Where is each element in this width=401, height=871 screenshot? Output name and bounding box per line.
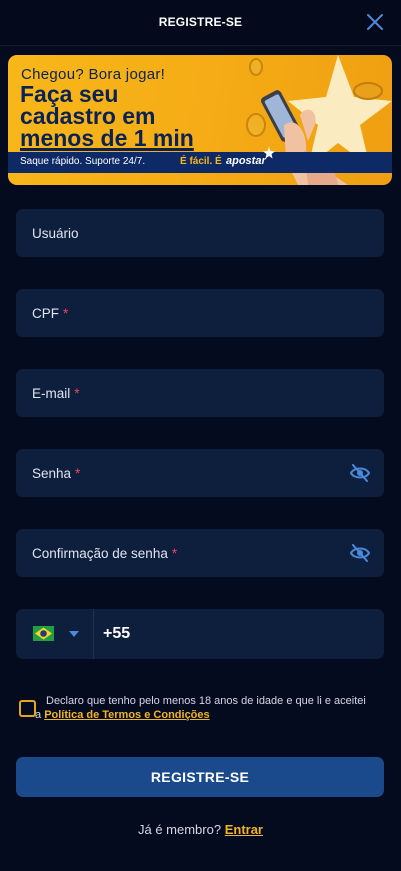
banner-strip: Saque rápido. Suporte 24/7. É fácil. É a…: [8, 147, 392, 173]
banner-strip-slogan: É fácil. É: [180, 156, 222, 167]
banner-strip-text: Saque rápido. Suporte 24/7.: [20, 156, 146, 167]
consent-text: Declaro que tenho pelo menos 18 anos de …: [46, 695, 366, 707]
banner-headline-line3: menos de 1 min: [20, 125, 194, 151]
required-mark: *: [74, 386, 80, 401]
phone-field[interactable]: +55: [16, 609, 384, 659]
email-field[interactable]: E-mail *: [16, 369, 384, 417]
banner-headline-line1: Faça seu: [20, 81, 119, 107]
country-selector[interactable]: [16, 609, 94, 659]
email-label: E-mail *: [32, 386, 80, 401]
eye-off-icon[interactable]: [350, 464, 370, 482]
confirm-password-label: Confirmação de senha *: [32, 546, 178, 561]
required-mark: *: [75, 466, 81, 481]
banner-headline-line2: cadastro em: [20, 103, 156, 129]
modal-title: REGISTRE-SE: [158, 15, 243, 29]
chevron-down-icon: [69, 631, 79, 637]
modal-header: REGISTRE-SE: [0, 0, 401, 46]
password-field[interactable]: Senha *: [16, 449, 384, 497]
promo-banner[interactable]: Chegou? Bora jogar! Faça seu cadastro em…: [8, 55, 392, 185]
apostar-logo: apostar: [226, 155, 266, 167]
consent-text-line2: a Política de Termos e Condições: [35, 709, 210, 721]
age-consent-checkbox[interactable]: [19, 700, 36, 717]
login-prompt: Já é membro? Entrar: [0, 822, 401, 837]
eye-off-icon[interactable]: [350, 544, 370, 562]
username-label: Usuário: [32, 226, 79, 241]
required-mark: *: [171, 546, 178, 561]
confirm-password-field[interactable]: Confirmação de senha *: [16, 529, 384, 577]
login-link[interactable]: Entrar: [225, 822, 263, 837]
close-icon[interactable]: [365, 12, 385, 32]
brazil-flag-icon: [33, 626, 54, 641]
cpf-label: CPF *: [32, 306, 69, 321]
phone-country-code: +55: [103, 625, 131, 642]
logo-star-icon: [263, 147, 275, 159]
terms-link[interactable]: Política de Termos e Condições: [44, 709, 209, 721]
register-button[interactable]: REGISTRE-SE: [16, 757, 384, 797]
member-question: Já é membro?: [137, 822, 222, 837]
password-label: Senha *: [32, 466, 81, 481]
required-mark: *: [63, 306, 69, 321]
banner-headline: Faça seu cadastro em menos de 1 min: [20, 81, 250, 151]
username-field[interactable]: Usuário: [16, 209, 384, 257]
cpf-field[interactable]: CPF *: [16, 289, 384, 337]
